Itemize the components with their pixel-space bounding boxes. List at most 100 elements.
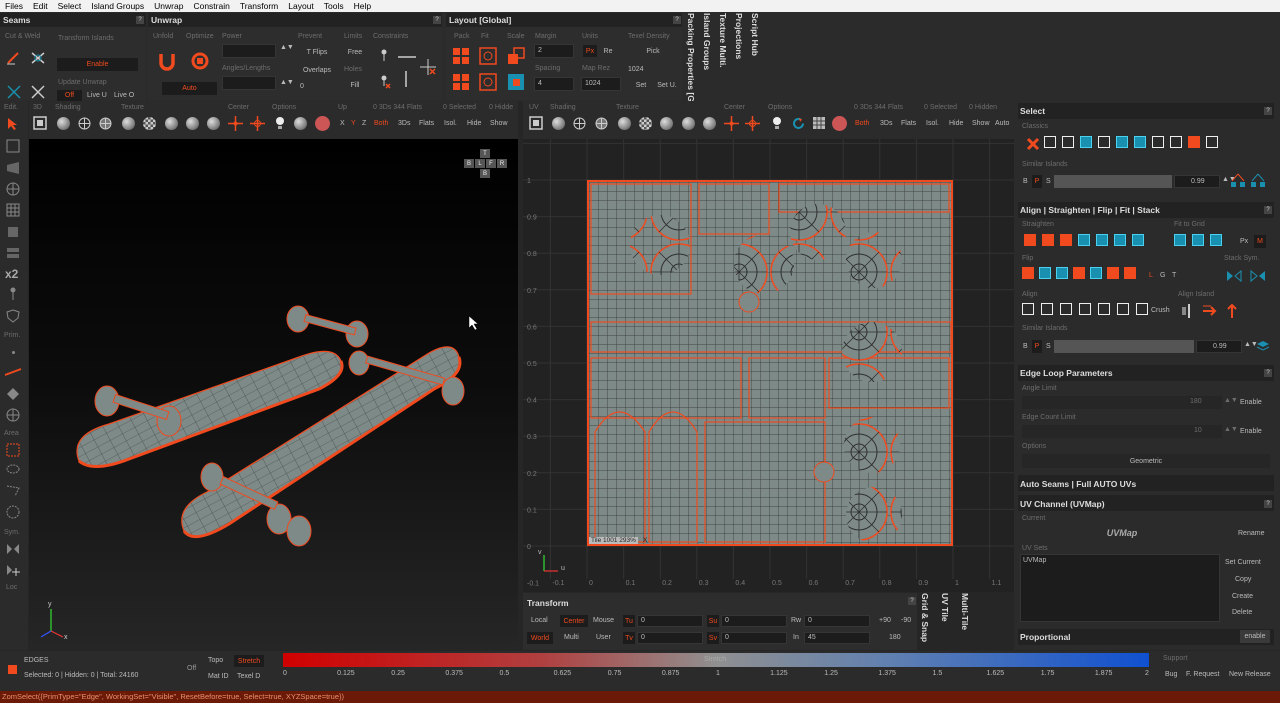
flip-l-toggle[interactable]: L [1149,272,1153,279]
flats-button[interactable]: Flats [419,120,434,127]
viewport-uv[interactable]: -0.1 0 0.1 0.2 0.3 0.4 0.5 0.6 0.7 0.8 0.9 1 1.1 1 0.9… [523,139,1014,592]
center-selection-icon[interactable] [250,116,265,131]
texel-set-u-button[interactable]: Set U. [654,79,680,91]
stretch-button[interactable]: Stretch [234,655,264,667]
world-button[interactable]: World [527,632,553,644]
translate-v-input[interactable]: 0 [637,632,703,644]
help-icon[interactable]: ? [433,16,441,24]
set-current-button[interactable]: Set Current [1225,559,1261,566]
center-button[interactable]: Center [560,615,588,627]
straighten-5-icon[interactable] [1096,234,1108,246]
live-u-button[interactable]: Live U [87,92,107,99]
multi-button[interactable]: Multi [564,634,579,641]
flip-7-icon[interactable] [1124,267,1136,279]
texture-custom-icon[interactable] [207,117,220,130]
uv-texture-custom-icon[interactable] [703,117,716,130]
fit-m-toggle[interactable]: M [1254,235,1266,248]
stack-icon[interactable] [6,246,20,260]
align-constraint-icon[interactable] [420,59,436,75]
edge-constraint-icon[interactable] [398,53,416,59]
stack-sym-v-icon[interactable] [1250,269,1266,283]
light-icon[interactable] [274,116,286,130]
uv-frame-all-icon[interactable] [529,116,543,130]
select-classic-3-icon[interactable] [1080,136,1092,148]
straighten-3-icon[interactable] [1060,234,1072,246]
align-threshold-input[interactable]: 0.99 [1196,340,1242,353]
center-pivot-icon[interactable] [228,116,243,131]
right-tab-1[interactable]: UV Tile [940,593,950,650]
scale-all-icon[interactable] [507,73,525,91]
align-5-icon[interactable] [1098,303,1110,315]
show-button[interactable]: Show [490,120,508,127]
select-classic-6-icon[interactable] [1134,136,1146,148]
increment-input[interactable]: 45 [804,632,870,644]
select-classic-7-icon[interactable] [1152,136,1164,148]
uv-light-icon[interactable] [771,116,783,130]
select-classic-4-icon[interactable] [1098,136,1110,148]
straighten-1-icon[interactable] [1024,234,1036,246]
units-re-button[interactable]: Re [601,45,615,57]
uv-both-button[interactable]: Both [855,120,869,127]
help-icon[interactable]: ? [136,16,144,24]
menu-layout[interactable]: Layout [283,1,319,11]
align-island-right-icon[interactable] [1202,303,1218,319]
cut-seam-icon[interactable] [6,49,22,65]
select-classic-9-icon[interactable] [1188,136,1200,148]
uv-texture-checker-icon[interactable] [639,117,652,130]
flip-2-icon[interactable] [1039,267,1051,279]
view-left-button[interactable]: L [475,159,485,168]
shading-smooth-icon[interactable] [57,117,70,130]
menu-files[interactable]: Files [0,1,28,11]
up-x-button[interactable]: X [340,120,345,127]
uv-texture-none-icon[interactable] [618,117,631,130]
symmetry-pick-icon[interactable] [6,563,20,577]
transform-islands-enable-button[interactable]: Enable [57,58,138,71]
flip-3-icon[interactable] [1056,267,1068,279]
align-6-icon[interactable] [1117,303,1129,315]
uv-center-selection-icon[interactable] [745,116,760,131]
menu-island-groups[interactable]: Island Groups [86,1,149,11]
shield-icon[interactable] [6,309,20,323]
align-p-toggle[interactable]: P [1032,340,1042,353]
face-mode-icon[interactable] [6,387,20,401]
power-slider[interactable] [222,44,276,58]
select-cursor-icon[interactable] [6,117,20,131]
cube-icon[interactable] [6,225,20,239]
topo-button[interactable]: Topo [208,657,223,664]
menu-tools[interactable]: Tools [319,1,349,11]
align-7-icon[interactable] [1136,303,1148,315]
copy-button[interactable]: Copy [1235,576,1251,583]
right-tab-2[interactable]: Multi-Tile [960,593,970,650]
uv-background-color-icon[interactable] [832,116,847,131]
power-stepper-icon[interactable]: ▲▼ [280,44,294,51]
flip-1-icon[interactable] [1022,267,1034,279]
unwrap-auto-button[interactable]: Auto [162,82,217,95]
scale-v-input[interactable]: 0 [721,632,787,644]
map-rez-input[interactable]: 1024 [581,77,621,91]
isolate-button[interactable]: Isol. [444,120,457,127]
align-b-toggle[interactable]: B [1023,343,1028,350]
view-right-button[interactable]: R [497,159,507,168]
pack-all-icon[interactable] [452,73,470,91]
rename-button[interactable]: Rename [1238,530,1264,537]
fit-grid-3-icon[interactable] [1210,234,1222,246]
flip-4-icon[interactable] [1073,267,1085,279]
menu-transform[interactable]: Transform [235,1,283,11]
status-off-button[interactable]: Off [187,665,196,672]
texture-checker-icon[interactable] [143,117,156,130]
align-threshold-slider[interactable] [1054,340,1194,353]
tab-1[interactable]: Island Groups [702,13,712,100]
fit-icon[interactable] [479,47,497,65]
uv-center-pivot-icon[interactable] [724,116,739,131]
3d-tab[interactable]: 3D [33,104,42,111]
cut-loop-icon[interactable] [6,84,22,100]
symmetry-icon[interactable] [6,542,20,556]
fit-all-icon[interactable] [479,73,497,91]
align-3-icon[interactable] [1060,303,1072,315]
view-bottom-button[interactable]: B [480,169,490,178]
align-island-icon[interactable] [1180,303,1196,319]
texture-none-icon[interactable] [122,117,135,130]
fit-px-toggle[interactable]: Px [1240,238,1248,245]
angle-enable-button[interactable]: Enable [1240,399,1262,406]
uv-isolate-button[interactable]: Isol. [926,120,939,127]
